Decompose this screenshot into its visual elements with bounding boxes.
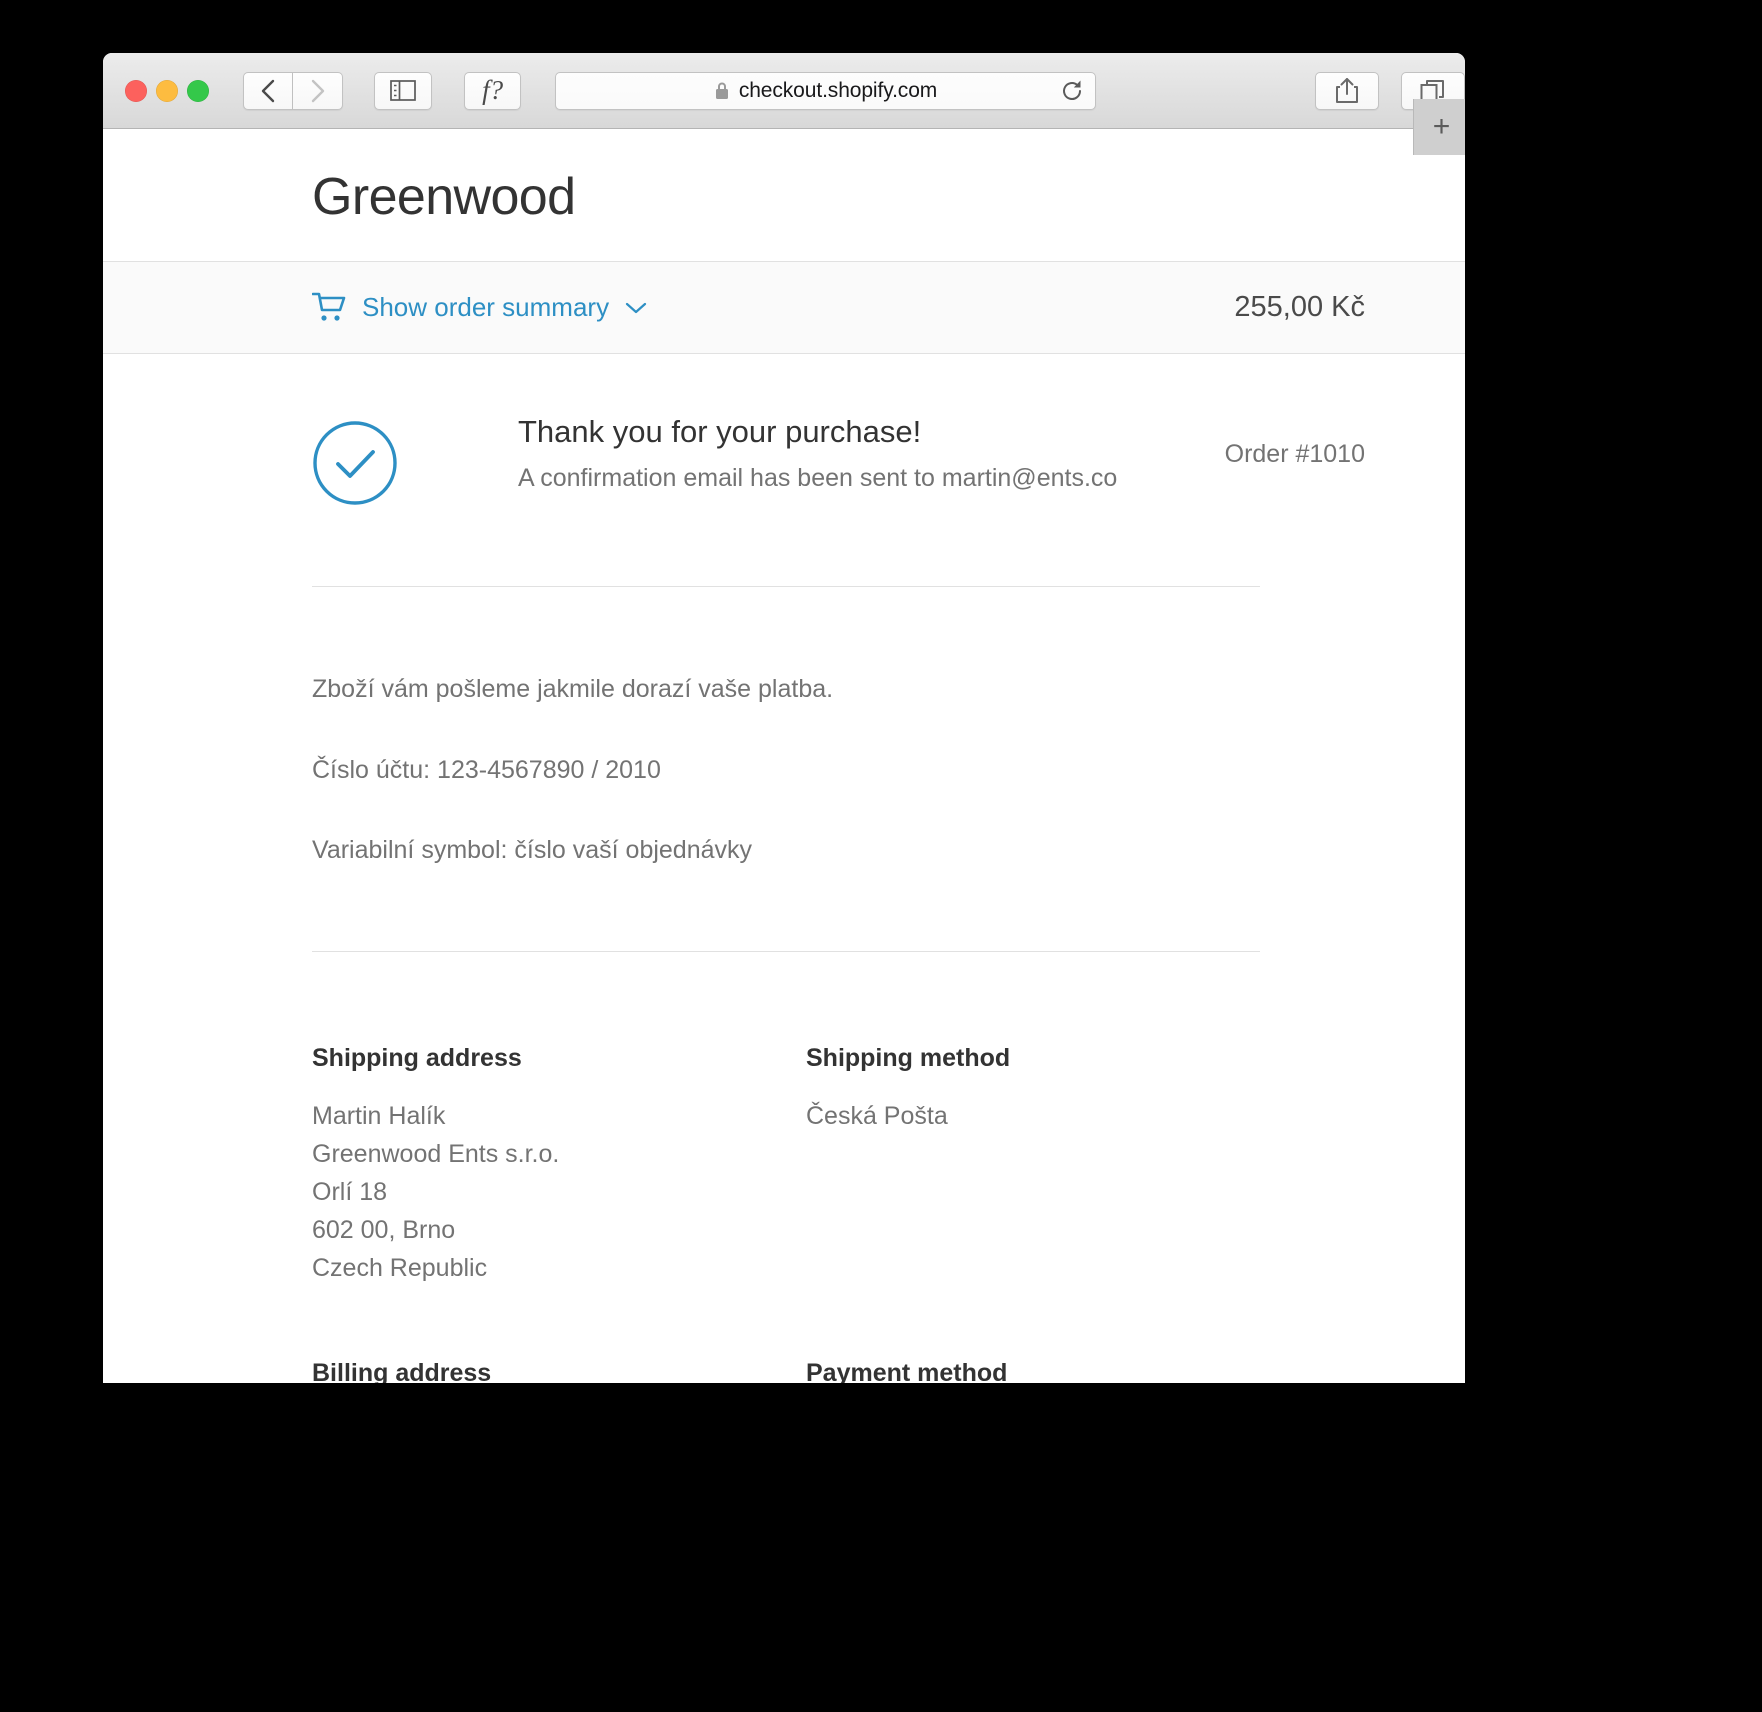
minimize-window-button[interactable] xyxy=(156,79,178,102)
shipping-method-value: Česká Pošta xyxy=(806,1101,948,1130)
thank-you-text: Thank you for your purchase! A confirmat… xyxy=(518,412,1225,496)
chevron-left-icon xyxy=(261,79,274,102)
url-text: checkout.shopify.com xyxy=(738,78,938,102)
lock-icon xyxy=(715,82,728,99)
cart-icon xyxy=(312,292,346,321)
shipping-address-line: 602 00, Brno xyxy=(312,1215,456,1244)
reader-view-label: f? xyxy=(482,75,504,105)
shipping-address-line: Czech Republic xyxy=(312,1253,488,1282)
forward-button[interactable] xyxy=(293,71,343,110)
sidebar-icon xyxy=(390,80,417,101)
payment-method-heading: Payment method xyxy=(806,1358,1008,1384)
shipping-method-block: Shipping method Česká Pošta xyxy=(806,1044,1465,1287)
browser-window: f? checkout.shopify.com + Greenwood Show… xyxy=(103,53,1465,1383)
billing-address-heading: Billing address xyxy=(312,1358,492,1384)
share-icon xyxy=(1336,78,1358,103)
payment-instructions: Zboží vám pošleme jakmile dorazí vaše pl… xyxy=(103,587,1465,867)
shipping-address-line: Greenwood Ents s.r.o. xyxy=(312,1139,560,1168)
note-line: Zboží vám pošleme jakmile dorazí vaše pl… xyxy=(312,675,834,703)
order-number: Order #1010 xyxy=(1224,440,1365,468)
share-button[interactable] xyxy=(1315,71,1379,110)
show-sidebar-button[interactable] xyxy=(374,71,433,110)
chevron-down-icon xyxy=(625,302,647,313)
confirmation-email-text: A confirmation email has been sent to ma… xyxy=(518,464,1118,493)
thank-you-section: Thank you for your purchase! A confirmat… xyxy=(312,354,1365,506)
browser-toolbar: f? checkout.shopify.com + xyxy=(103,53,1465,155)
check-circle-icon xyxy=(313,421,397,505)
close-window-button[interactable] xyxy=(125,79,147,102)
chevron-right-icon xyxy=(311,79,325,102)
shipping-address-heading: Shipping address xyxy=(312,1043,522,1072)
navigation-buttons xyxy=(243,71,343,110)
shop-name: Greenwood xyxy=(312,168,576,226)
show-order-summary-label: Show order summary xyxy=(362,292,610,322)
shop-header: Greenwood xyxy=(103,129,1465,262)
reader-view-button[interactable]: f? xyxy=(464,71,521,110)
show-order-summary-toggle[interactable]: Show order summary xyxy=(312,292,647,324)
order-total: 255,00 Kč xyxy=(1234,291,1365,323)
shipping-address-line: Orlí 18 xyxy=(312,1177,388,1206)
billing-address-block: Billing address Martin Halík Greenwood E… xyxy=(312,1359,806,1384)
back-button[interactable] xyxy=(243,71,293,110)
url-display: checkout.shopify.com xyxy=(714,79,937,103)
order-summary-bar: Show order summary 255,00 Kč xyxy=(103,262,1465,354)
new-tab-button[interactable]: + xyxy=(1413,99,1465,155)
zoom-window-button[interactable] xyxy=(187,79,209,102)
note-line: Variabilní symbol: číslo vaší objednávky xyxy=(312,836,753,864)
address-bar[interactable]: checkout.shopify.com xyxy=(555,71,1096,110)
shipping-address-block: Shipping address Martin Halík Greenwood … xyxy=(312,1044,806,1287)
shipping-method-heading: Shipping method xyxy=(806,1043,1011,1072)
reload-icon xyxy=(1063,80,1081,100)
new-tab-label: + xyxy=(1432,110,1451,143)
payment-method-block: Payment method Bankovní převod — 255,00 … xyxy=(806,1359,1465,1384)
order-details-grid: Shipping address Martin Halík Greenwood … xyxy=(103,952,1465,1384)
order-confirmation-body: Thank you for your purchase! A confirmat… xyxy=(103,354,1465,506)
shipping-address-line: Martin Halík xyxy=(312,1101,446,1130)
note-line: Číslo účtu: 123-4567890 / 2010 xyxy=(312,755,661,784)
thank-you-title: Thank you for your purchase! xyxy=(518,414,922,449)
window-controls xyxy=(125,79,209,102)
reload-button[interactable] xyxy=(1059,78,1085,104)
checkout-page: Greenwood Show order summary 255,00 Kč T… xyxy=(103,129,1465,1383)
